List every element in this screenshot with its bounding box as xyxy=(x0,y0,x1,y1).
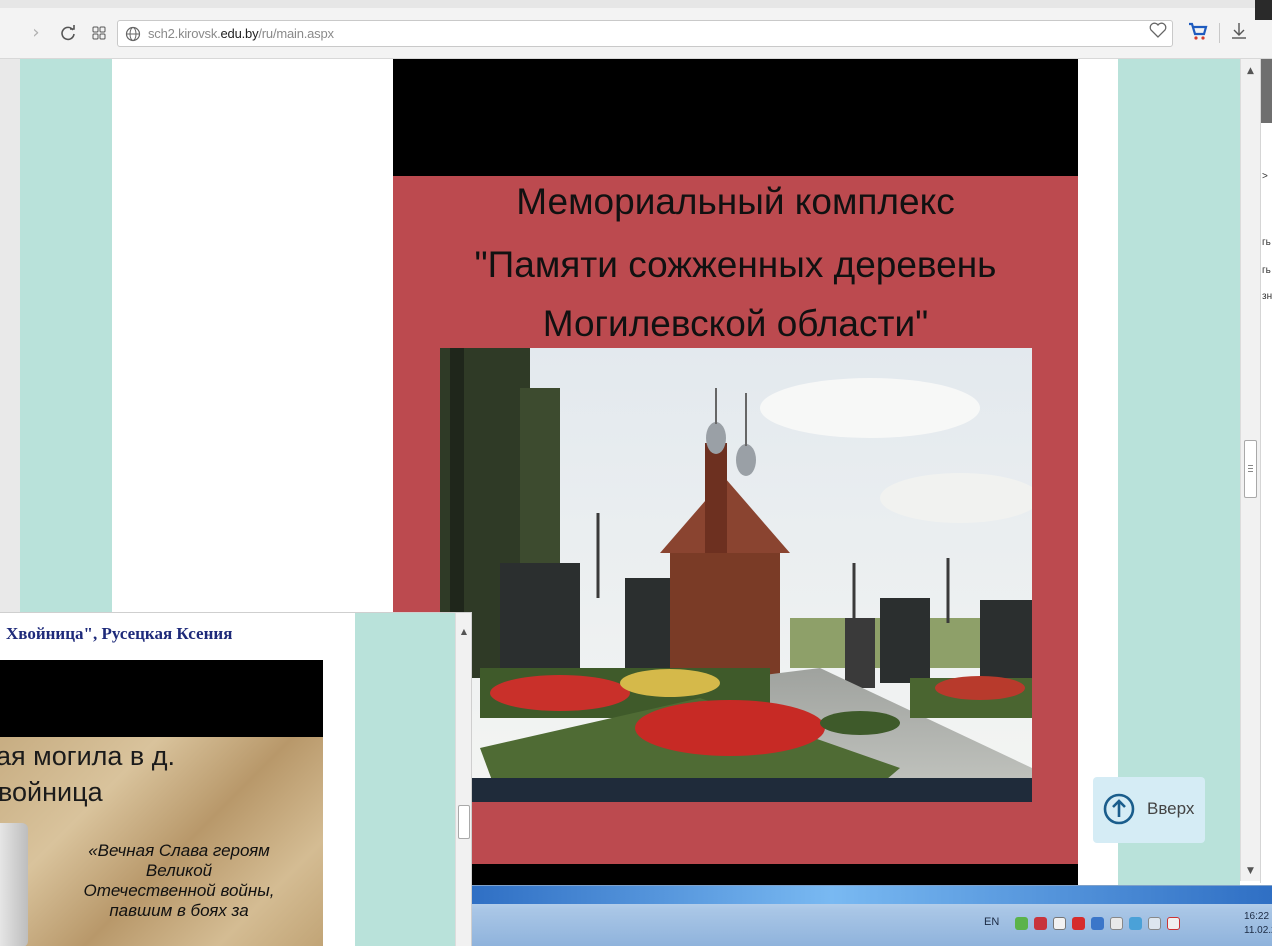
taskbar-glow xyxy=(472,886,1272,904)
cart-icon[interactable] xyxy=(1187,20,1209,42)
overlay-slide-title: ая могила в д. xyxy=(0,741,176,771)
overlay-window: ⌄ ⌃ ▲ Хвойница", Русецкая Ксения ая моги… xyxy=(0,612,472,946)
quote-line: павшим в боях за xyxy=(109,901,249,920)
window-edge xyxy=(1255,0,1272,20)
browser-toolbar: › sch2.kirovsk.edu.by/ru/main.aspx xyxy=(0,0,1272,59)
antivirus-tray-icon[interactable] xyxy=(1034,917,1047,930)
memorial-slide: Мемориальный комплекс "Памяти сожженных … xyxy=(393,59,1078,899)
left-window-edge xyxy=(0,59,20,619)
fragment-text: зн xyxy=(1262,291,1272,302)
scroll-up-label: Вверх xyxy=(1147,799,1195,818)
signal-icon[interactable] xyxy=(1148,917,1161,930)
overlay-scroll-up-icon[interactable]: ▲ xyxy=(456,627,471,636)
background-window-image xyxy=(1261,59,1272,123)
windows-taskbar: EN 16:22 11.02.20 xyxy=(472,885,1272,946)
clock-date: 11.02.20 xyxy=(1244,925,1272,936)
update-tray-icon[interactable] xyxy=(1129,917,1142,930)
clock-time: 16:22 xyxy=(1244,911,1270,922)
url-text: sch2.kirovsk.edu.by/ru/main.aspx xyxy=(148,26,334,41)
quote-line: «Вечная Слава героям xyxy=(88,841,270,860)
fragment-text: > xyxy=(1262,171,1268,182)
memorial-photo xyxy=(440,348,1032,802)
grid-icon[interactable] xyxy=(89,22,109,44)
taskbar-clock[interactable]: 16:22 11.02.20 xyxy=(1244,910,1272,938)
overlay-scroll-thumb[interactable] xyxy=(458,805,470,839)
globe-icon xyxy=(125,26,141,42)
scroll-up-button[interactable]: Вверх xyxy=(1093,777,1205,843)
heart-icon[interactable] xyxy=(1148,20,1168,40)
overlay-side-panel xyxy=(355,613,455,946)
torrent-tray-icon[interactable] xyxy=(1015,917,1028,930)
scroll-down-arrow-icon[interactable]: ▼ xyxy=(1241,863,1260,879)
address-bar[interactable]: sch2.kirovsk.edu.by/ru/main.aspx xyxy=(117,20,1173,47)
scrollbar-thumb[interactable] xyxy=(1244,440,1257,498)
memorial-quote: «Вечная Слава героям Великой Отечественн… xyxy=(34,841,324,921)
background-window-edge: > гь гь зн xyxy=(1260,59,1272,883)
language-indicator[interactable]: EN xyxy=(984,916,999,928)
overlay-slide: ая могила в д. войница «Вечная Слава гер… xyxy=(0,737,323,946)
forward-icon[interactable]: › xyxy=(26,22,46,44)
volume-icon[interactable] xyxy=(1053,917,1066,930)
quote-line: Великой xyxy=(145,861,213,880)
page-scrollbar[interactable]: ▲ ▼ xyxy=(1240,59,1260,881)
overlay-slide-top xyxy=(0,660,323,737)
scroll-up-arrow-icon[interactable]: ▲ xyxy=(1241,63,1260,79)
arrow-up-circle-icon xyxy=(1103,793,1135,825)
fragment-text: гь xyxy=(1262,237,1271,248)
fragment-text: гь xyxy=(1262,265,1271,276)
slide-title-line: Мемориальный комплекс xyxy=(516,181,955,222)
monument-image xyxy=(0,823,28,946)
overlay-slide-title: войница xyxy=(0,777,103,807)
toolbar-separator xyxy=(1219,23,1220,43)
network-tray-icon[interactable] xyxy=(1091,917,1104,930)
slide-title-line: Могилевской области" xyxy=(542,303,929,344)
overlay-heading: Хвойница", Русецкая Ксения xyxy=(6,624,233,643)
download-icon[interactable] xyxy=(1229,20,1249,42)
flag-icon[interactable] xyxy=(1167,917,1180,930)
slide-title-line: "Памяти сожженных деревень xyxy=(474,244,997,285)
overlay-scrollbar[interactable]: ▲ xyxy=(455,613,471,946)
window-top-strip xyxy=(0,0,1272,8)
quote-line: Отечественной войны, xyxy=(83,881,275,900)
reload-icon[interactable] xyxy=(58,22,78,44)
opera-tray-icon[interactable] xyxy=(1072,917,1085,930)
clipboard-tray-icon[interactable] xyxy=(1110,917,1123,930)
